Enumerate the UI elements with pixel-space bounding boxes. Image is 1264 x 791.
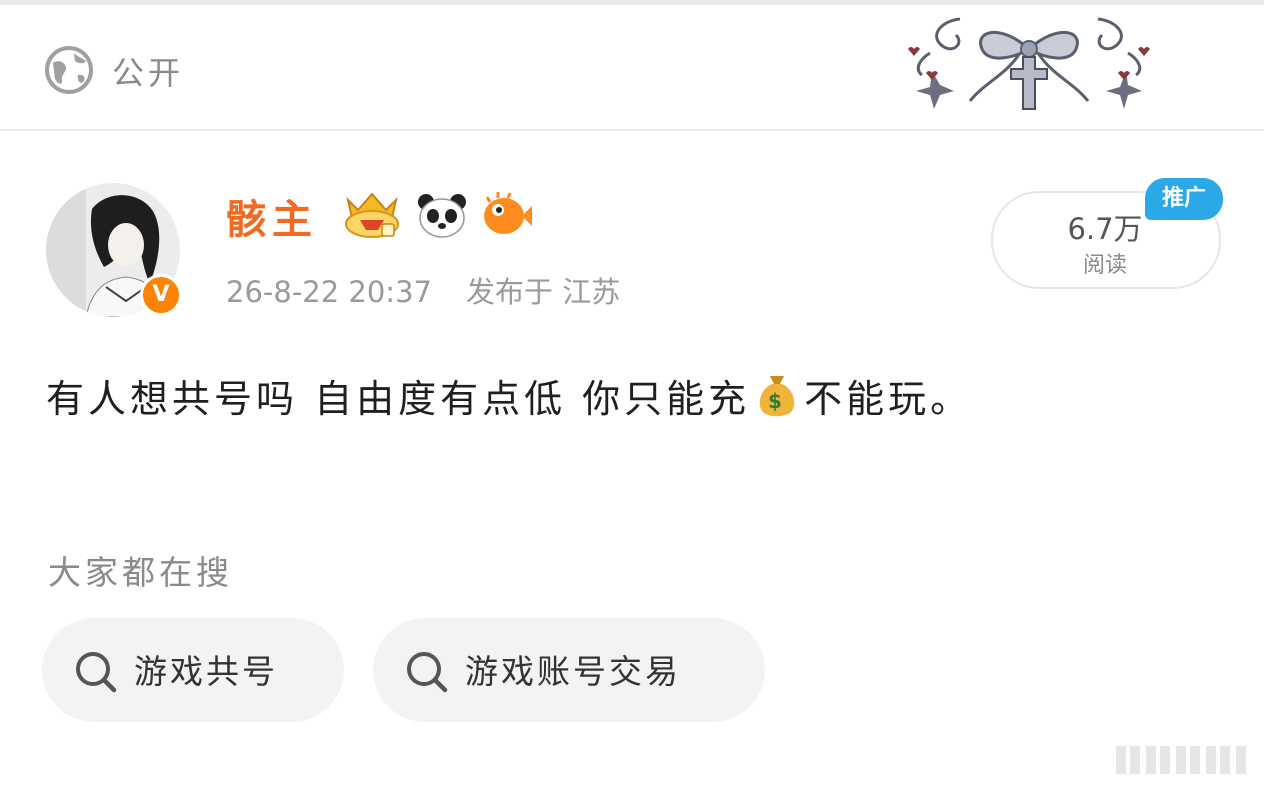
bow-cross-ornament [908,17,1150,110]
post-text-part1: 有人想共号吗 自由度有点低 你只能充 [46,377,751,421]
post-location: 发布于 江苏 [465,275,621,309]
search-chip-label: 游戏共号 [134,652,278,691]
search-chip-label: 游戏账号交易 [465,652,681,691]
post-timestamp: 26-8-22 20:37 [226,275,432,309]
search-icon [76,652,117,693]
crown-level-badge-icon [345,192,399,238]
visibility-label: 公开 [112,54,185,92]
promo-tag: 推广 [1145,178,1223,220]
read-label: 阅读 [1082,253,1127,278]
globe-icon [45,46,93,94]
post-content: 有人想共号吗 自由度有点低 你只能充 $ 不能玩。 [46,366,1216,432]
pufferfish-badge-icon [484,192,532,234]
search-chip-account-trading[interactable]: 游戏账号交易 [373,618,765,722]
search-chip-account-sharing[interactable]: 游戏共号 [42,618,344,722]
visibility-row[interactable]: 公开 [0,5,1264,129]
header-divider [0,129,1264,131]
post-text-part2: 不能玩。 [804,377,973,421]
trending-searches-heading: 大家都在搜 [48,553,233,592]
username[interactable]: 骸主 [226,196,318,244]
panda-badge-icon [418,194,466,238]
svg-text:$: $ [768,389,786,413]
verified-badge: V [140,274,182,316]
post-meta: 26-8-22 20:37 发布于 江苏 [226,272,620,312]
money-bag-icon: $ [759,376,795,417]
search-icon [407,652,448,693]
corner-watermark [1116,746,1246,774]
